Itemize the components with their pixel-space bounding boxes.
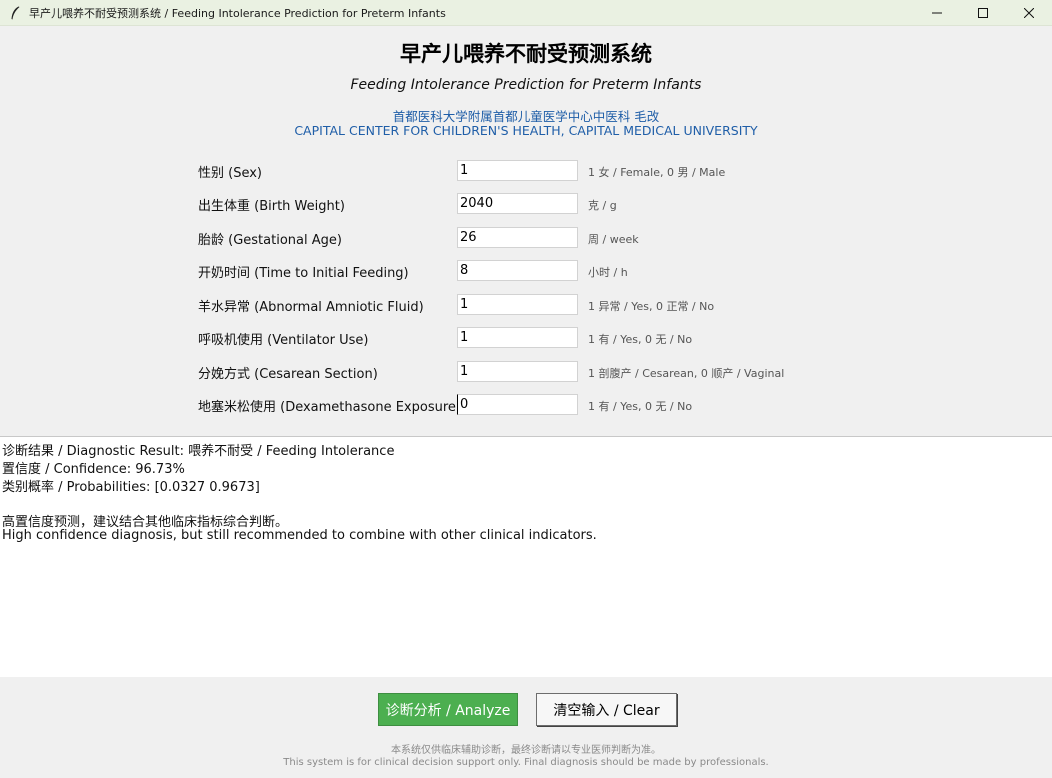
sex-input[interactable] (457, 160, 578, 181)
form-row-initial-feeding: 开奶时间 (Time to Initial Feeding) 小时 / h (198, 260, 958, 282)
dexamethasone-hint: 1 有 / Yes, 0 无 / No (588, 400, 693, 413)
minimize-button[interactable] (914, 0, 960, 26)
analyze-button[interactable]: 诊断分析 / Analyze (378, 693, 518, 726)
amniotic-fluid-label: 羊水异常 (Abnormal Amniotic Fluid) (198, 300, 424, 315)
form-row-birth-weight: 出生体重 (Birth Weight) 克 / g (198, 193, 958, 215)
disclaimer-cn: 本系统仅供临床辅助诊断，最终诊断请以专业医师判断为准。 (391, 745, 661, 756)
amniotic-fluid-hint: 1 异常 / Yes, 0 正常 / No (588, 300, 715, 313)
cesarean-input[interactable] (457, 361, 578, 382)
ventilator-input[interactable] (457, 327, 578, 348)
initial-feeding-input[interactable] (457, 260, 578, 281)
window-title: 早产儿喂养不耐受预测系统 / Feeding Intolerance Predi… (29, 6, 446, 20)
input-panel: 早产儿喂养不耐受预测系统 Feeding Intolerance Predict… (0, 26, 1052, 437)
birth-weight-hint: 克 / g (588, 199, 617, 212)
disclaimer-en: This system is for clinical decision sup… (283, 757, 769, 768)
feather-icon (9, 6, 21, 20)
ventilator-hint: 1 有 / Yes, 0 无 / No (588, 333, 693, 346)
window-titlebar: 早产儿喂养不耐受预测系统 / Feeding Intolerance Predi… (0, 0, 1052, 26)
gestational-age-input[interactable] (457, 227, 578, 248)
page-title: 早产儿喂养不耐受预测系统 (400, 42, 652, 66)
advice-en: High confidence diagnosis, but still rec… (2, 528, 597, 543)
institution-en: CAPITAL CENTER FOR CHILDREN'S HEALTH, CA… (294, 123, 758, 138)
action-panel: 诊断分析 / Analyze 清空输入 / Clear 本系统仅供临床辅助诊断，… (0, 677, 1052, 778)
cesarean-hint: 1 剖腹产 / Cesarean, 0 顺产 / Vaginal (588, 367, 785, 380)
form-row-dexamethasone: 地塞米松使用 (Dexamethasone Exposure) 1 有 / Ye… (198, 394, 958, 416)
birth-weight-label: 出生体重 (Birth Weight) (198, 199, 345, 214)
form-row-cesarean: 分娩方式 (Cesarean Section) 1 剖腹产 / Cesarean… (198, 361, 958, 383)
initial-feeding-label: 开奶时间 (Time to Initial Feeding) (198, 266, 409, 281)
initial-feeding-hint: 小时 / h (588, 266, 628, 279)
probabilities-result: 类别概率 / Probabilities: [0.0327 0.9673] (2, 480, 260, 495)
diagnosis-result: 诊断结果 / Diagnostic Result: 喂养不耐受 / Feedin… (2, 444, 395, 459)
amniotic-fluid-input[interactable] (457, 294, 578, 315)
form-row-ventilator: 呼吸机使用 (Ventilator Use) 1 有 / Yes, 0 无 / … (198, 327, 958, 349)
confidence-result: 置信度 / Confidence: 96.73% (2, 462, 185, 477)
clear-button[interactable]: 清空输入 / Clear (536, 693, 677, 726)
form-row-sex: 性别 (Sex) 1 女 / Female, 0 男 / Male (198, 160, 958, 182)
result-text-area[interactable]: 诊断结果 / Diagnostic Result: 喂养不耐受 / Feedin… (0, 438, 1052, 677)
dexamethasone-label: 地塞米松使用 (Dexamethasone Exposure) (198, 400, 461, 415)
maximize-icon (978, 8, 988, 18)
birth-weight-input[interactable] (457, 193, 578, 214)
page-subtitle: Feeding Intolerance Prediction for Prete… (350, 77, 702, 93)
close-icon (1024, 8, 1034, 18)
ventilator-label: 呼吸机使用 (Ventilator Use) (198, 333, 369, 348)
cesarean-label: 分娩方式 (Cesarean Section) (198, 367, 378, 382)
dexamethasone-input[interactable] (457, 394, 578, 415)
sex-hint: 1 女 / Female, 0 男 / Male (588, 166, 726, 179)
close-button[interactable] (1006, 0, 1052, 26)
gestational-age-hint: 周 / week (588, 233, 639, 246)
gestational-age-label: 胎龄 (Gestational Age) (198, 233, 342, 248)
maximize-button[interactable] (960, 0, 1006, 26)
form-row-amniotic-fluid: 羊水异常 (Abnormal Amniotic Fluid) 1 异常 / Ye… (198, 294, 958, 316)
sex-label: 性别 (Sex) (198, 166, 262, 181)
form-row-gestational-age: 胎龄 (Gestational Age) 周 / week (198, 227, 958, 249)
minimize-icon (932, 12, 942, 14)
